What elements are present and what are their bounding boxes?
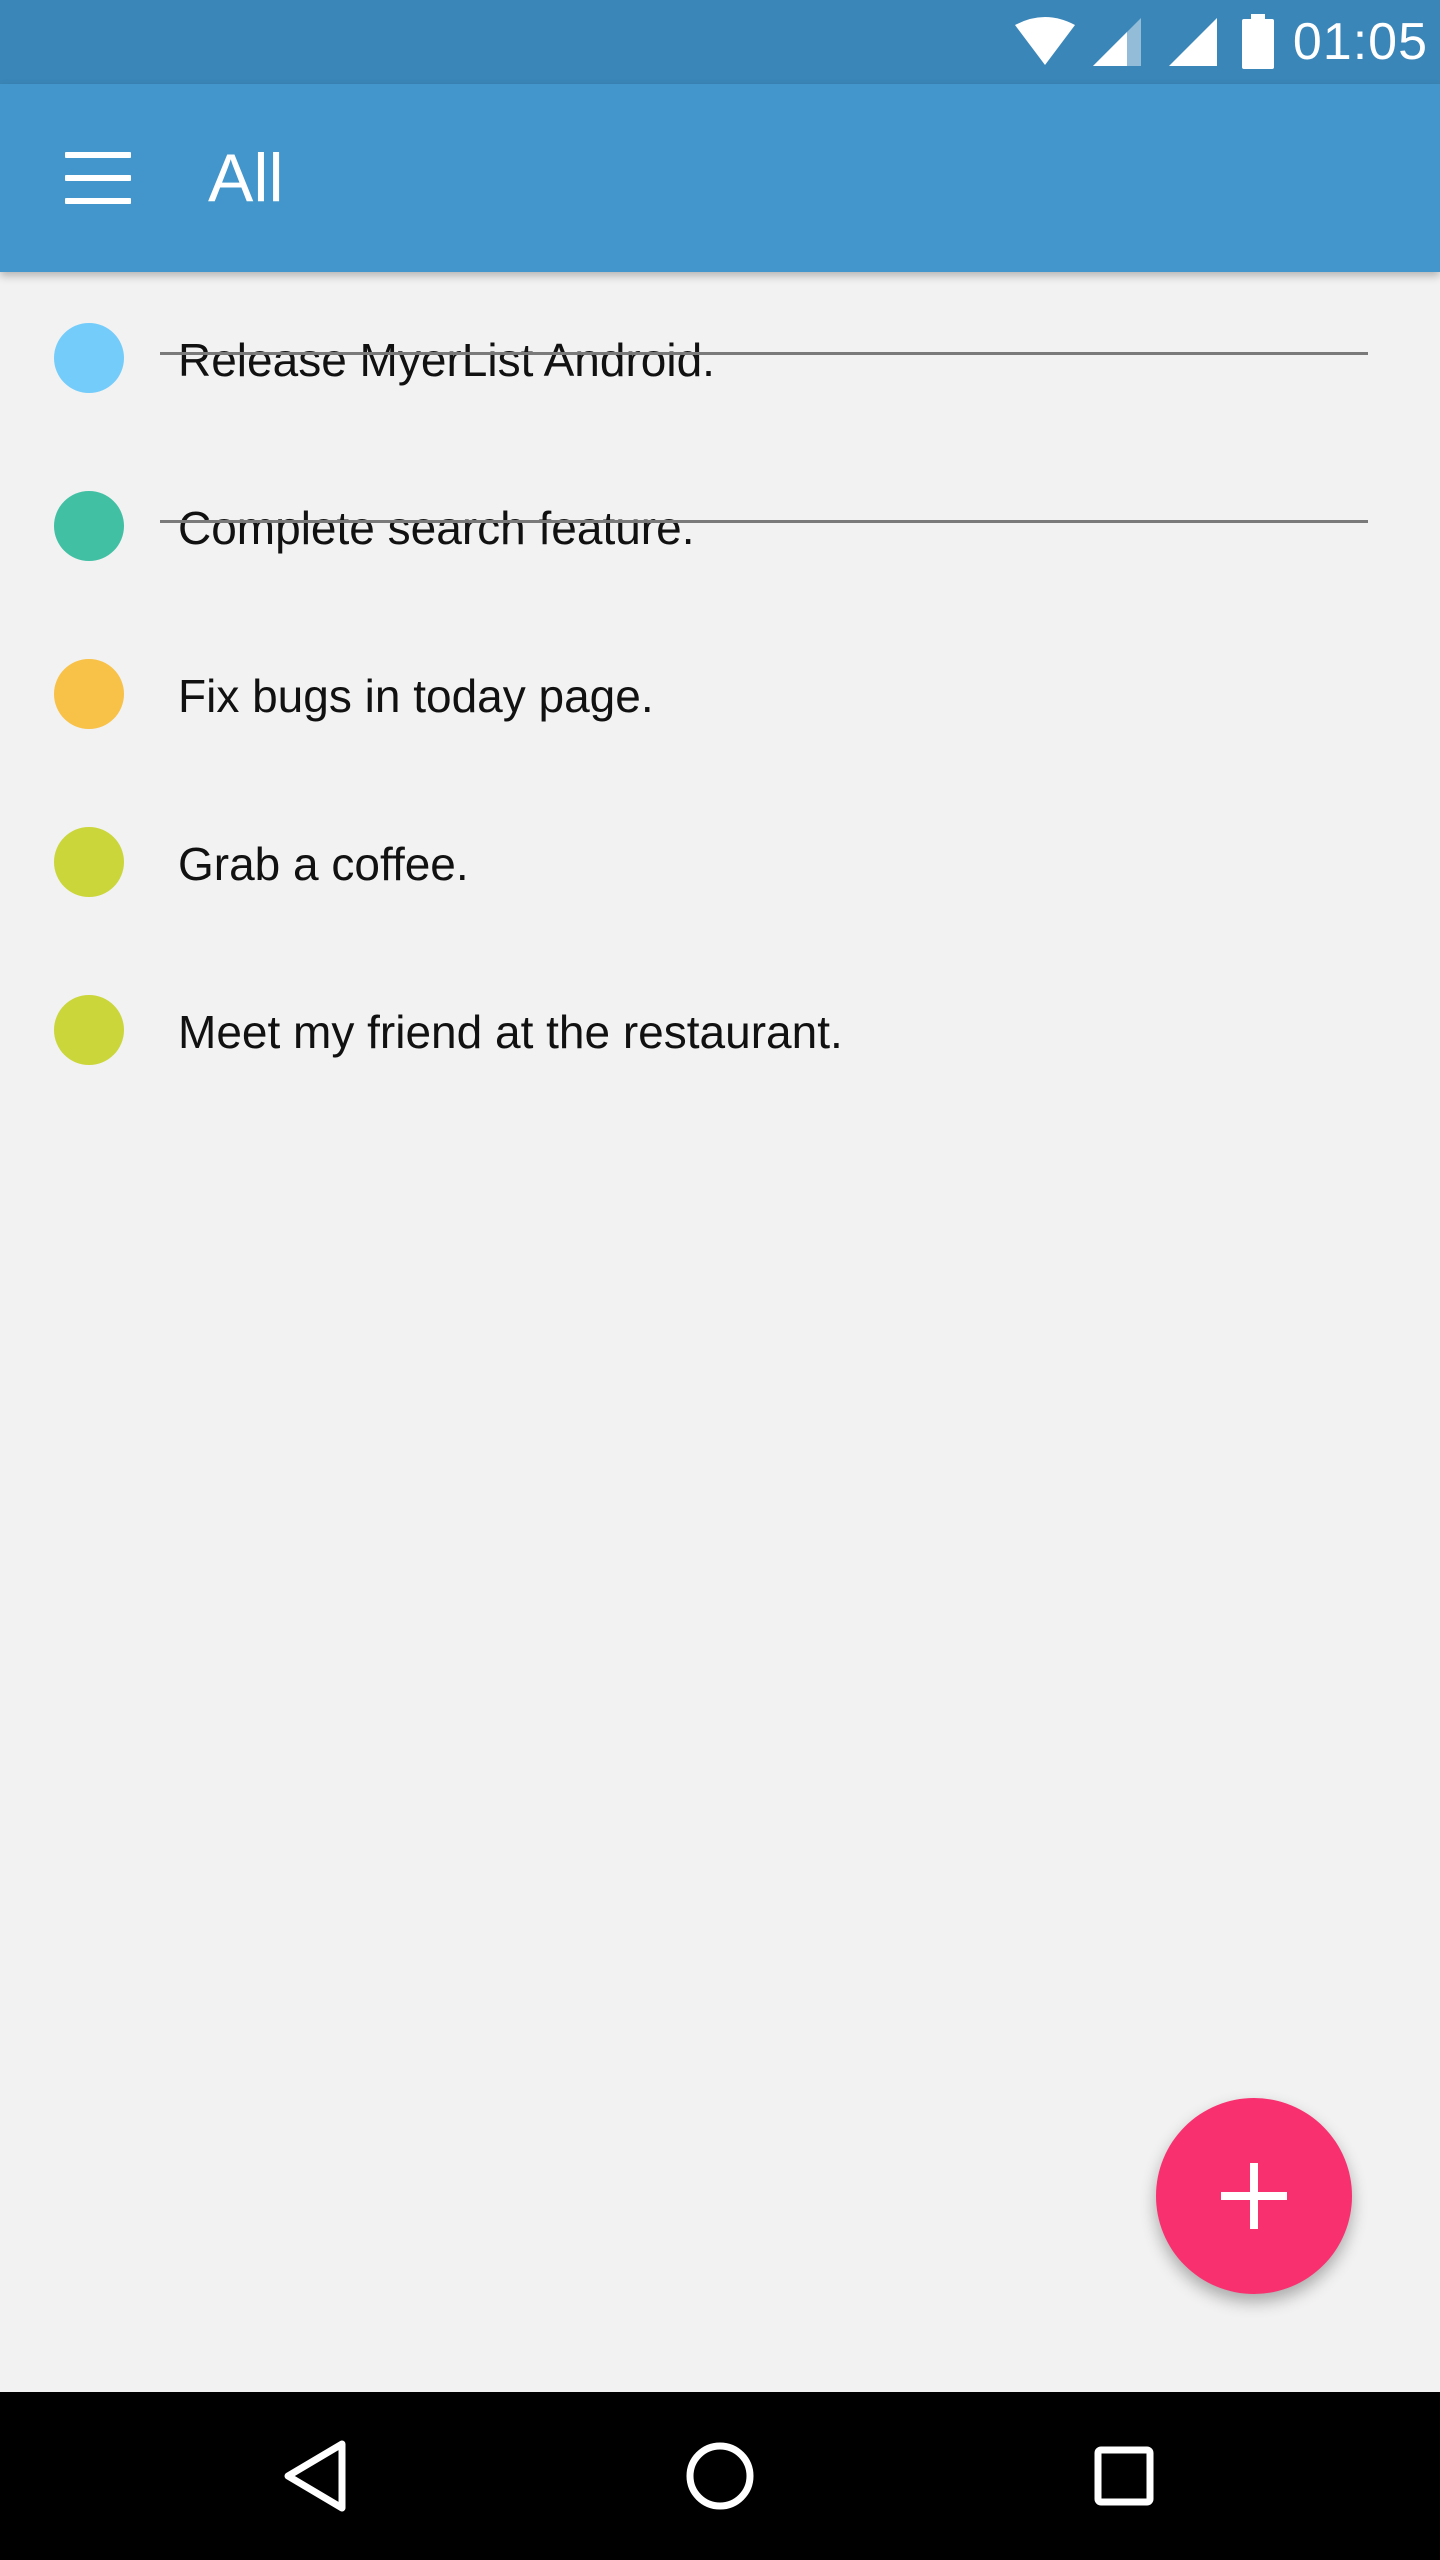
status-bar: 01:05	[0, 0, 1440, 84]
task-item[interactable]: Fix bugs in today page.	[0, 608, 1440, 776]
task-label: Grab a coffee.	[178, 838, 469, 890]
task-label: Complete search feature.	[178, 502, 695, 554]
task-item[interactable]: Meet my friend at the restaurant.	[0, 944, 1440, 1112]
wifi-icon	[1013, 17, 1077, 67]
back-button[interactable]	[266, 2426, 366, 2526]
task-label: Release MyerList Android.	[178, 334, 715, 386]
completed-strikethrough	[160, 520, 1368, 523]
home-button[interactable]	[670, 2426, 770, 2526]
hamburger-menu-icon[interactable]	[56, 142, 140, 214]
task-label: Meet my friend at the restaurant.	[178, 1006, 843, 1058]
signal-icon	[1167, 16, 1219, 68]
add-task-button[interactable]	[1156, 2098, 1352, 2294]
completed-strikethrough	[160, 352, 1368, 355]
task-item[interactable]: Grab a coffee.	[0, 776, 1440, 944]
app-bar: All	[0, 84, 1440, 272]
battery-icon	[1241, 14, 1275, 70]
task-color-dot[interactable]	[54, 827, 124, 897]
task-color-dot[interactable]	[54, 323, 124, 393]
status-icons: 01:05	[1013, 0, 1440, 84]
status-time: 01:05	[1292, 13, 1428, 71]
task-list: Release MyerList Android. Complete searc…	[0, 272, 1440, 1112]
signal-icon	[1091, 16, 1143, 68]
task-item[interactable]: Complete search feature.	[0, 440, 1440, 608]
task-label: Fix bugs in today page.	[178, 670, 654, 722]
task-color-dot[interactable]	[54, 995, 124, 1065]
recents-button[interactable]	[1074, 2426, 1174, 2526]
home-icon	[670, 2426, 770, 2526]
page-title: All	[208, 140, 284, 216]
recents-icon	[1074, 2426, 1174, 2526]
task-item[interactable]: Release MyerList Android.	[0, 272, 1440, 440]
back-icon	[266, 2426, 366, 2526]
task-color-dot[interactable]	[54, 491, 124, 561]
task-color-dot[interactable]	[54, 659, 124, 729]
system-nav-bar	[0, 2392, 1440, 2560]
